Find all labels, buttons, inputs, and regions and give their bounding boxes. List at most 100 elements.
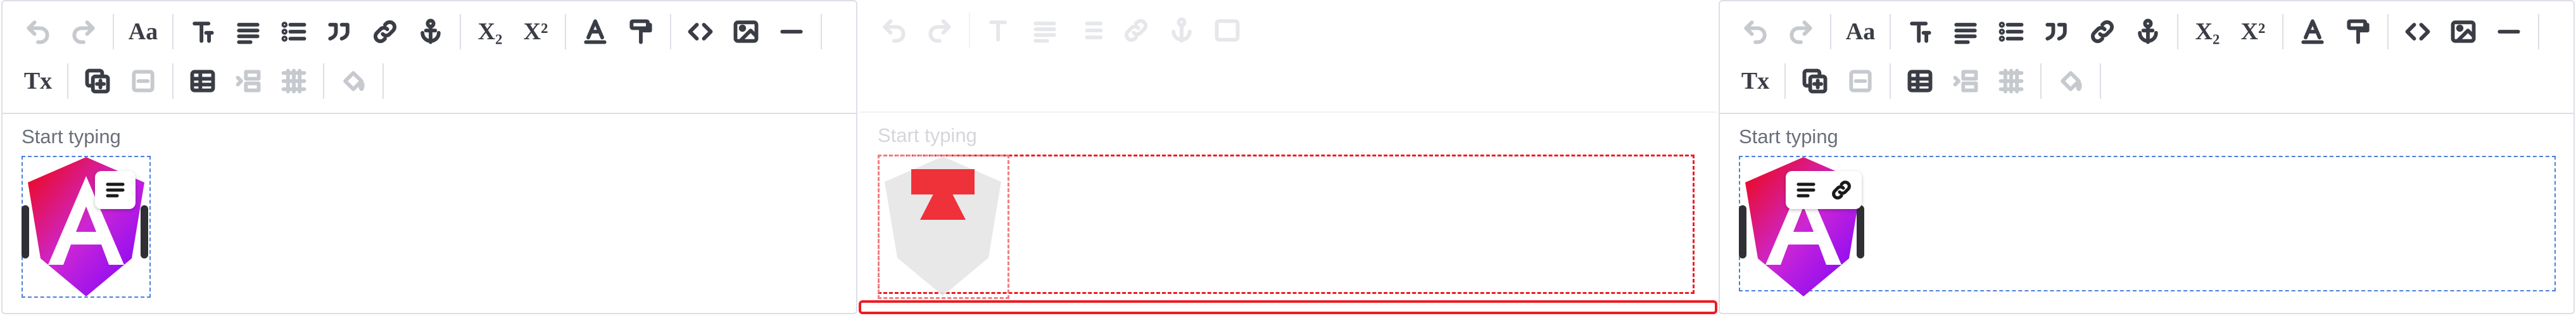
indent-icon — [236, 70, 261, 92]
image-bubble-menu — [95, 171, 136, 209]
link-icon — [2090, 20, 2114, 44]
link-button[interactable] — [2080, 9, 2125, 54]
horizontal-rule-button[interactable] — [769, 9, 814, 54]
resize-handle-left[interactable] — [22, 205, 29, 258]
remove-block-button[interactable] — [120, 58, 166, 104]
superscript-icon: X² — [2240, 18, 2266, 45]
align-icon — [106, 182, 125, 198]
table-grid-icon — [1998, 68, 2024, 94]
toolbar-separator — [323, 63, 324, 99]
undo-button[interactable] — [15, 9, 61, 54]
blockquote-button[interactable] — [317, 9, 362, 54]
image-align-button[interactable] — [1792, 176, 1820, 204]
table-button[interactable] — [180, 58, 225, 104]
indent-button[interactable] — [1943, 58, 1988, 104]
align-button[interactable] — [225, 9, 271, 54]
add-block-button[interactable] — [1792, 58, 1838, 104]
blockquote-button[interactable] — [2034, 9, 2080, 54]
redo-button[interactable] — [61, 9, 106, 54]
link-button[interactable] — [1113, 8, 1159, 53]
text-style-button[interactable] — [1897, 9, 1943, 54]
selected-image[interactable] — [22, 156, 151, 298]
indent-button[interactable] — [225, 58, 271, 104]
table-grid-button[interactable] — [271, 58, 317, 104]
image-icon — [733, 20, 759, 43]
editor-bottom-highlight — [859, 300, 1717, 314]
fill-color-button[interactable] — [331, 58, 376, 104]
font-color-icon — [2301, 19, 2324, 44]
toolbar-separator — [821, 14, 822, 49]
horizontal-rule-button[interactable] — [2486, 9, 2532, 54]
anchor-icon — [2138, 18, 2158, 44]
table-button[interactable] — [1897, 58, 1943, 104]
fill-color-button[interactable] — [2048, 58, 2093, 104]
link-icon — [1124, 18, 1148, 42]
image-ghost-box — [878, 155, 1009, 299]
bullet-list-button[interactable] — [1068, 8, 1113, 53]
remove-block-icon — [1849, 70, 1872, 92]
align-icon — [1796, 182, 1815, 198]
selected-image-block[interactable] — [1739, 156, 2556, 296]
toolbar-separator — [172, 63, 174, 99]
subscript-icon: X₂ — [2195, 18, 2220, 45]
image-button[interactable] — [2440, 9, 2486, 54]
code-button[interactable] — [2395, 9, 2440, 54]
link-button[interactable] — [362, 9, 408, 54]
editor-panel-1: Aa X₂ X² Tx Start typing — [1, 0, 857, 314]
clear-format-button[interactable]: Tx — [15, 58, 61, 104]
table-grid-button[interactable] — [1988, 58, 2034, 104]
bullet-list-button[interactable] — [1988, 9, 2034, 54]
blockquote-icon — [328, 23, 350, 41]
fill-color-icon — [343, 71, 365, 91]
remove-block-icon — [132, 70, 155, 92]
redo-button[interactable] — [917, 8, 963, 53]
font-size-button[interactable]: Aa — [120, 9, 166, 54]
resize-handle-right[interactable] — [141, 205, 148, 258]
format-painter-button[interactable] — [618, 9, 664, 54]
anchor-button[interactable] — [1159, 8, 1204, 53]
table-icon — [190, 70, 215, 92]
bullet-list-button[interactable] — [271, 9, 317, 54]
bullet-list-icon — [1998, 22, 2024, 42]
anchor-button[interactable] — [408, 9, 453, 54]
format-painter-button[interactable] — [2335, 9, 2381, 54]
superscript-button[interactable]: X² — [513, 9, 559, 54]
undo-button[interactable] — [871, 8, 917, 53]
subscript-icon: X₂ — [477, 18, 503, 45]
anchor-icon — [420, 18, 441, 44]
anchor-button[interactable] — [2125, 9, 2171, 54]
undo-button[interactable] — [1733, 9, 1778, 54]
image-button[interactable] — [1204, 8, 1250, 53]
resize-handle-left[interactable] — [1739, 205, 1746, 258]
add-block-icon — [85, 68, 110, 94]
redo-icon — [1790, 20, 1812, 44]
text-style-button[interactable] — [976, 8, 1022, 53]
image-bubble-menu — [1786, 171, 1862, 209]
redo-button[interactable] — [1778, 9, 1824, 54]
toolbar-separator — [1784, 63, 1786, 99]
image-button[interactable] — [723, 9, 769, 54]
superscript-button[interactable]: X² — [2230, 9, 2276, 54]
font-size-button[interactable]: Aa — [1838, 9, 1883, 54]
remove-block-button[interactable] — [1838, 58, 1883, 104]
align-icon — [237, 23, 260, 44]
text-style-icon — [989, 20, 1007, 42]
font-color-button[interactable] — [572, 9, 618, 54]
subscript-button[interactable]: X₂ — [2185, 9, 2230, 54]
bullet-list-icon — [281, 22, 306, 42]
align-button[interactable] — [1943, 9, 1988, 54]
image-align-button[interactable] — [101, 176, 129, 204]
clear-format-icon: Tx — [1741, 68, 1770, 94]
add-block-button[interactable] — [75, 58, 120, 104]
text-style-button[interactable] — [180, 9, 225, 54]
image-link-button[interactable] — [1828, 176, 1855, 204]
clear-format-button[interactable]: Tx — [1733, 58, 1778, 104]
font-color-button[interactable] — [2290, 9, 2335, 54]
bullet-list-icon — [1085, 22, 1103, 39]
subscript-button[interactable]: X₂ — [467, 9, 513, 54]
resize-handle-right[interactable] — [1857, 205, 1864, 258]
code-button[interactable] — [678, 9, 723, 54]
editor-placeholder: Start typing — [878, 124, 977, 146]
align-button[interactable] — [1022, 8, 1068, 53]
indent-icon — [1953, 70, 1978, 92]
